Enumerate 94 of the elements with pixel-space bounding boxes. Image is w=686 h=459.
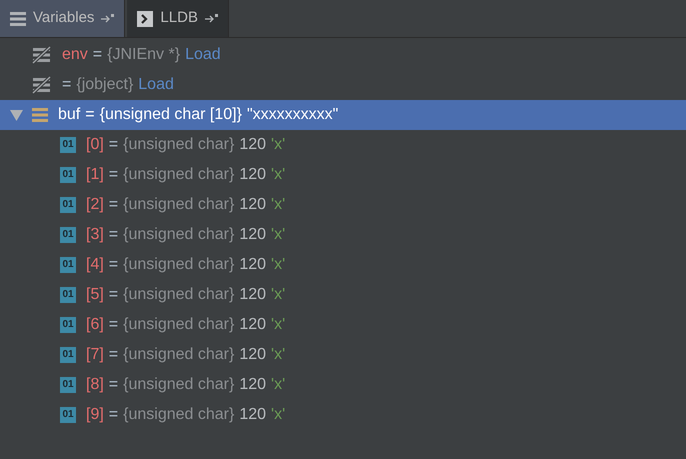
value-badge: 01 [60, 377, 76, 393]
variable-name: env [62, 45, 88, 65]
variable-name: [3] [86, 225, 104, 245]
char-value: 'x' [271, 375, 286, 395]
value-text: 120 [239, 255, 266, 275]
type-label: {unsigned char} [123, 165, 234, 185]
type-label: {unsigned char} [123, 405, 234, 425]
tab[interactable]: LLDB [127, 0, 229, 37]
type-label: {unsigned char} [123, 285, 234, 305]
type-label: {unsigned char} [123, 225, 234, 245]
value-text: 120 [239, 195, 266, 215]
value-text: 120 [239, 225, 266, 245]
type-label: {jobject} [76, 75, 134, 95]
equals-sign: = [62, 75, 72, 95]
value-badge: 01 [60, 287, 76, 303]
value-text: 120 [239, 135, 266, 155]
value-text: 120 [239, 285, 266, 305]
value-text: 120 [239, 375, 266, 395]
variable-name: [2] [86, 195, 104, 215]
equals-sign: = [108, 165, 118, 185]
tree-row[interactable]: 01 [3] = {unsigned char} 120 'x' [0, 220, 686, 250]
char-value: 'x' [271, 195, 286, 215]
tree-row[interactable]: 01 [4] = {unsigned char} 120 'x' [0, 250, 686, 280]
tree-row[interactable]: 01 [5] = {unsigned char} 120 'x' [0, 280, 686, 310]
equals-sign: = [85, 105, 95, 125]
equals-sign: = [108, 225, 118, 245]
tab[interactable]: Variables [0, 0, 126, 37]
equals-sign: = [108, 135, 118, 155]
equals-sign: = [108, 255, 118, 275]
equals-sign: = [108, 285, 118, 305]
value-text: 120 [239, 165, 266, 185]
equals-sign: = [108, 375, 118, 395]
char-value: 'x' [271, 285, 286, 305]
equals-sign: = [108, 195, 118, 215]
tree-row[interactable]: buf = {unsigned char [10]} "xxxxxxxxxx" [0, 100, 686, 130]
char-value: 'x' [271, 345, 286, 365]
variable-name: [0] [86, 135, 104, 155]
pin-icon [204, 14, 218, 23]
value-text: 120 [239, 315, 266, 335]
variable-name: [4] [86, 255, 104, 275]
variable-name: [8] [86, 375, 104, 395]
value-badge: 01 [60, 167, 76, 183]
char-value: 'x' [271, 165, 286, 185]
type-label: {unsigned char} [123, 195, 234, 215]
value-badge: 01 [60, 257, 76, 273]
pin-icon [101, 14, 114, 23]
char-value: 'x' [271, 315, 286, 335]
value-badge: 01 [60, 137, 76, 153]
tree-row[interactable]: env = {JNIEnv *} Load [0, 40, 686, 70]
char-value: 'x' [271, 225, 286, 245]
value-badge: 01 [60, 407, 76, 423]
console-icon [137, 10, 154, 26]
char-value: 'x' [271, 135, 286, 155]
menu-icon [10, 10, 26, 26]
variable-name: buf [58, 105, 80, 125]
tree-row[interactable]: = {jobject} Load [0, 70, 686, 100]
equals-sign: = [92, 45, 102, 65]
value-text: 120 [239, 345, 266, 365]
variable-name: [6] [86, 315, 104, 335]
list-icon [32, 107, 48, 123]
char-value: 'x' [271, 255, 286, 275]
tree-row[interactable]: 01 [8] = {unsigned char} 120 'x' [0, 370, 686, 400]
value-badge: 01 [60, 227, 76, 243]
tree-row[interactable]: 01 [0] = {unsigned char} 120 'x' [0, 130, 686, 160]
variable-name: [1] [86, 165, 104, 185]
load-link[interactable]: Load [185, 43, 221, 67]
equals-sign: = [108, 405, 118, 425]
type-label: {unsigned char} [123, 315, 234, 335]
value-text: 120 [239, 405, 266, 425]
variable-name: [9] [86, 405, 104, 425]
tree-row[interactable]: 01 [1] = {unsigned char} 120 'x' [0, 160, 686, 190]
equals-sign: = [108, 315, 118, 335]
type-label: {unsigned char} [123, 345, 234, 365]
type-label: {JNIEnv *} [107, 45, 180, 65]
type-label: {unsigned char [10]} [100, 105, 242, 125]
load-link[interactable]: Load [138, 73, 174, 97]
type-label: {unsigned char} [123, 375, 234, 395]
value-badge: 01 [60, 317, 76, 333]
tree-row[interactable]: 01 [6] = {unsigned char} 120 'x' [0, 310, 686, 340]
char-value: 'x' [271, 405, 286, 425]
unavailable-icon [32, 76, 52, 94]
value-badge: 01 [60, 197, 76, 213]
unavailable-icon [32, 46, 52, 64]
value-badge: 01 [60, 347, 76, 363]
tree-row[interactable]: 01 [7] = {unsigned char} 120 'x' [0, 340, 686, 370]
variable-name: [7] [86, 345, 104, 365]
tree-row[interactable]: 01 [9] = {unsigned char} 120 'x' [0, 400, 686, 430]
variable-name: [5] [86, 285, 104, 305]
tree-row[interactable]: 01 [2] = {unsigned char} 120 'x' [0, 190, 686, 220]
value-text: "xxxxxxxxxx" [246, 105, 338, 125]
type-label: {unsigned char} [123, 255, 234, 275]
equals-sign: = [108, 345, 118, 365]
type-label: {unsigned char} [123, 135, 234, 155]
expand-arrow-icon[interactable] [10, 110, 22, 120]
